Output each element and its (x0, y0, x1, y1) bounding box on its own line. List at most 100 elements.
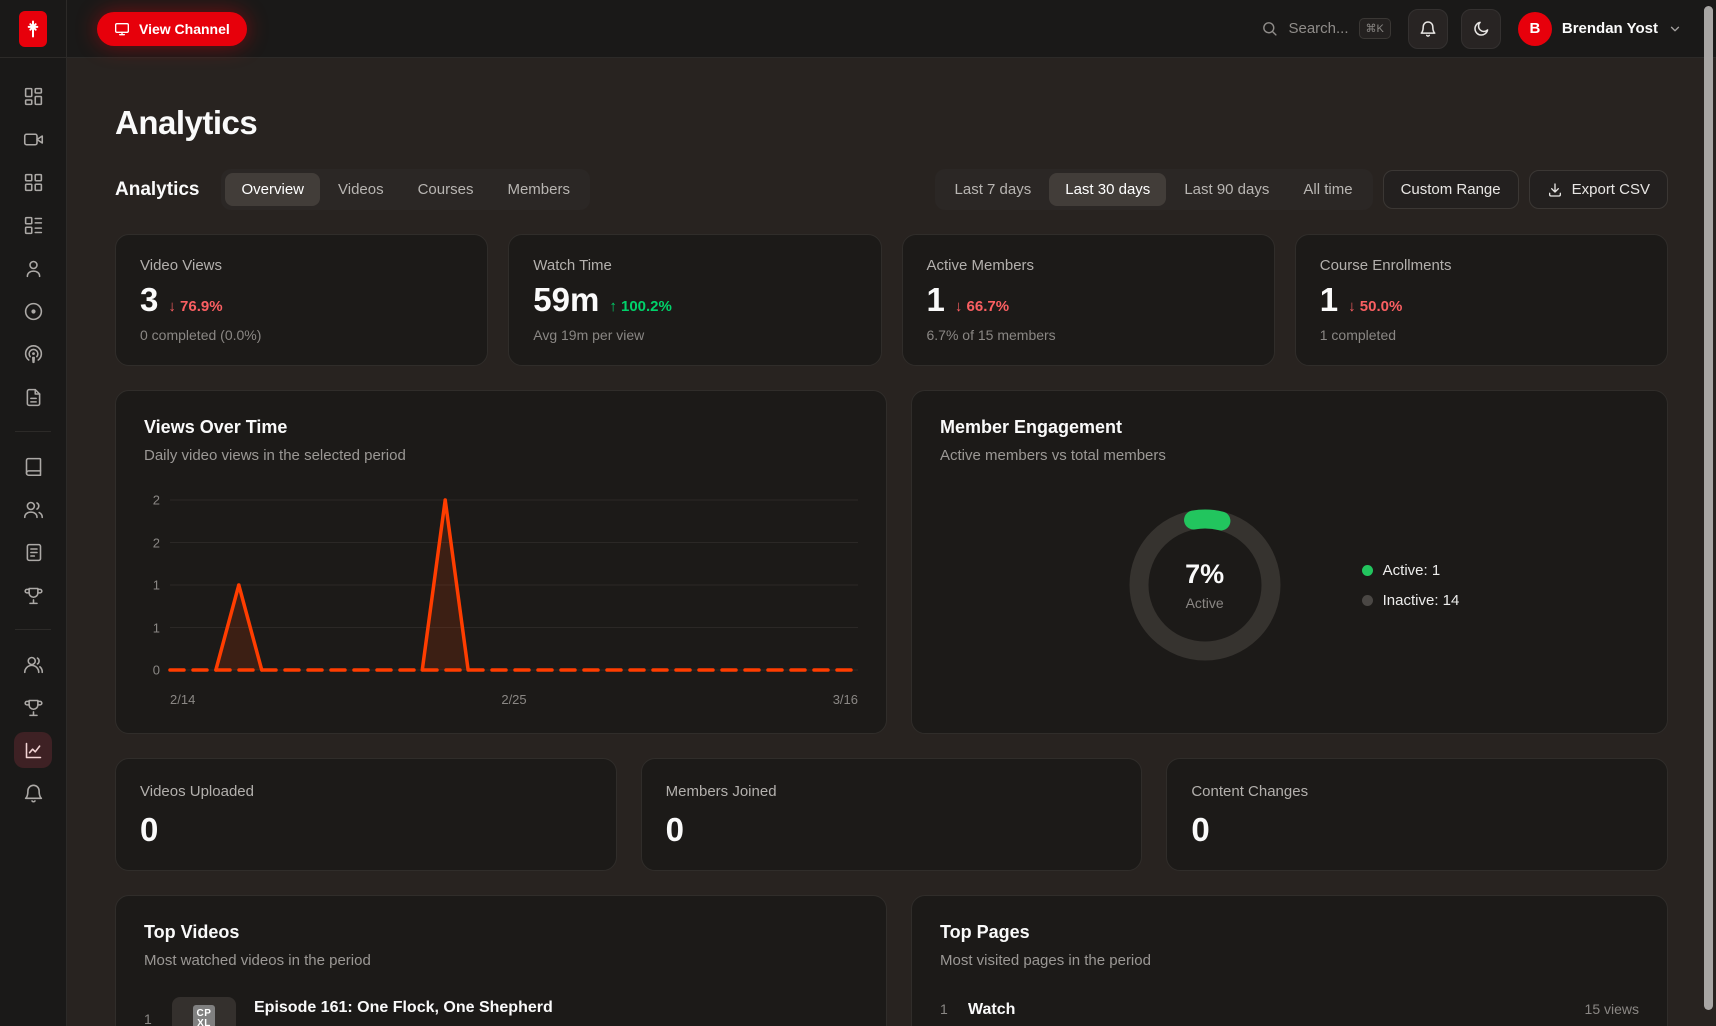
tab-members[interactable]: Members (491, 173, 586, 206)
video-info: Episode 161: One Flock, One Shepherd 1 v… (254, 999, 553, 1026)
sidebar-item-grid[interactable] (14, 164, 52, 200)
app-logo[interactable] (19, 11, 47, 47)
donut-center-label: Active (1186, 595, 1224, 611)
disc-icon (23, 301, 44, 322)
theme-toggle-button[interactable] (1461, 9, 1501, 49)
page-name: Watch (968, 1001, 1015, 1019)
page-views: 15 views (1585, 1001, 1639, 1017)
stat-value-row: 1 ↓ 50.0% (1320, 283, 1643, 316)
cross-star-icon (23, 19, 43, 39)
legend-label: Inactive: 14 (1383, 592, 1460, 609)
sidebar-item-disc[interactable] (14, 293, 52, 329)
stat-card-content-changes: Content Changes 0 (1166, 758, 1668, 871)
stat-value: 0 (1191, 813, 1643, 846)
trophy-2-icon (23, 697, 44, 718)
sidebar-item-users[interactable] (14, 491, 52, 527)
download-icon (1547, 182, 1563, 198)
user-icon (23, 258, 44, 279)
sidebar-item-chart-line[interactable] (14, 732, 52, 768)
top-videos-subtitle: Most watched videos in the period (144, 952, 858, 969)
legend-item-active: Active: 1 (1362, 562, 1460, 579)
notifications-button[interactable] (1408, 9, 1448, 49)
stat-value: 0 (140, 813, 592, 846)
sidebar-item-trophy-2[interactable] (14, 689, 52, 725)
member-engagement-card: Member Engagement Active members vs tota… (911, 390, 1668, 734)
sidebar-item-layout-list[interactable] (14, 207, 52, 243)
sidebar-item-dashboard[interactable] (14, 78, 52, 114)
sidebar-item-notebook[interactable] (14, 534, 52, 570)
sidebar-item-video-camera[interactable] (14, 121, 52, 157)
top-video-row[interactable]: 1 CPXL Episode 161: One Flock, One Sheph… (144, 997, 858, 1026)
view-channel-button[interactable]: View Channel (97, 12, 247, 46)
sidebar-header (0, 0, 66, 58)
views-chart-subtitle: Daily video views in the selected period (144, 447, 858, 464)
sidebar-item-trophy[interactable] (14, 577, 52, 613)
stat-label: Active Members (927, 257, 1250, 274)
video-camera-icon (23, 129, 44, 150)
donut-center: 7% Active (1120, 500, 1290, 670)
content: Analytics Analytics OverviewVideosCourse… (67, 58, 1716, 1026)
layout-list-icon (23, 215, 44, 236)
top-page-row: 1 Watch 15 views (940, 1001, 1639, 1026)
x-axis: 2/142/253/16 (144, 692, 858, 707)
sidebar-divider (15, 629, 51, 630)
page-title: Analytics (115, 104, 1668, 142)
tab-courses[interactable]: Courses (402, 173, 490, 206)
range-last-30-days[interactable]: Last 30 days (1049, 173, 1166, 206)
stat-value-row: 3 ↓ 76.9% (140, 283, 463, 316)
chevron-down-icon (1668, 22, 1682, 36)
view-channel-label: View Channel (139, 21, 230, 37)
range-all-time[interactable]: All time (1287, 173, 1368, 206)
stat-delta: ↓ 66.7% (955, 298, 1009, 315)
arrow-down-icon: ↓ (955, 298, 963, 315)
stat-value: 3 (140, 283, 158, 316)
range-last-7-days[interactable]: Last 7 days (939, 173, 1048, 206)
users-icon (23, 499, 44, 520)
user-name: Brendan Yost (1562, 20, 1658, 37)
y-tick-label: 1 (153, 578, 160, 593)
top-pages-subtitle: Most visited pages in the period (940, 952, 1639, 969)
engagement-subtitle: Active members vs total members (940, 447, 1639, 464)
sidebar-item-book[interactable] (14, 448, 52, 484)
stat-delta: ↓ 76.9% (168, 298, 222, 315)
scrollbar-thumb[interactable] (1704, 6, 1713, 1010)
custom-range-label: Custom Range (1401, 181, 1501, 198)
stat-label: Watch Time (533, 257, 856, 274)
custom-range-button[interactable]: Custom Range (1383, 170, 1519, 209)
topbar-right: Search... ⌘K B Brendan Yost (1257, 8, 1686, 50)
secondary-stats-row: Videos Uploaded 0 Members Joined 0 Conte… (115, 758, 1668, 871)
page-info: Watch 15 views (968, 1001, 1639, 1026)
sidebar-item-bell[interactable] (14, 775, 52, 811)
tab-overview[interactable]: Overview (225, 173, 320, 206)
user-menu[interactable]: B Brendan Yost (1514, 8, 1686, 50)
arrow-down-icon: ↓ (168, 298, 176, 315)
sidebar-item-user[interactable] (14, 250, 52, 286)
stat-card-course-enrollments: Course Enrollments 1 ↓ 50.0% 1 completed (1295, 234, 1668, 366)
stat-value-row: 59m ↑ 100.2% (533, 283, 856, 316)
range-last-90-days[interactable]: Last 90 days (1168, 173, 1285, 206)
sidebar-item-users-round[interactable] (14, 646, 52, 682)
tab-videos[interactable]: Videos (322, 173, 400, 206)
app-root: View Channel Search... ⌘K B Brendan Yost (0, 0, 1716, 1026)
stat-delta: ↑ 100.2% (609, 298, 672, 315)
date-range-group: Last 7 daysLast 30 daysLast 90 daysAll t… (935, 169, 1373, 210)
line-plot (170, 500, 858, 670)
controls-bar: Analytics OverviewVideosCoursesMembers L… (115, 169, 1668, 210)
legend-dot-icon (1362, 565, 1373, 576)
stat-cards-row: Video Views 3 ↓ 76.9% 0 completed (0.0%)… (115, 234, 1668, 366)
chart-line-icon (23, 740, 44, 761)
sidebar-item-podcast[interactable] (14, 336, 52, 372)
sidebar-item-file-text[interactable] (14, 379, 52, 415)
search-button[interactable]: Search... ⌘K (1257, 12, 1394, 45)
export-csv-button[interactable]: Export CSV (1529, 170, 1668, 209)
stat-footnote: 0 completed (0.0%) (140, 327, 463, 343)
stat-value: 1 (927, 283, 945, 316)
stat-card-videos-uploaded: Videos Uploaded 0 (115, 758, 617, 871)
users-round-icon (23, 654, 44, 675)
y-tick-label: 2 (153, 493, 160, 508)
file-text-icon (23, 387, 44, 408)
stat-label: Content Changes (1191, 783, 1643, 800)
channel-logo: CPXL (193, 1005, 216, 1026)
section-label: Analytics (115, 179, 199, 201)
sidebar (0, 0, 67, 1026)
